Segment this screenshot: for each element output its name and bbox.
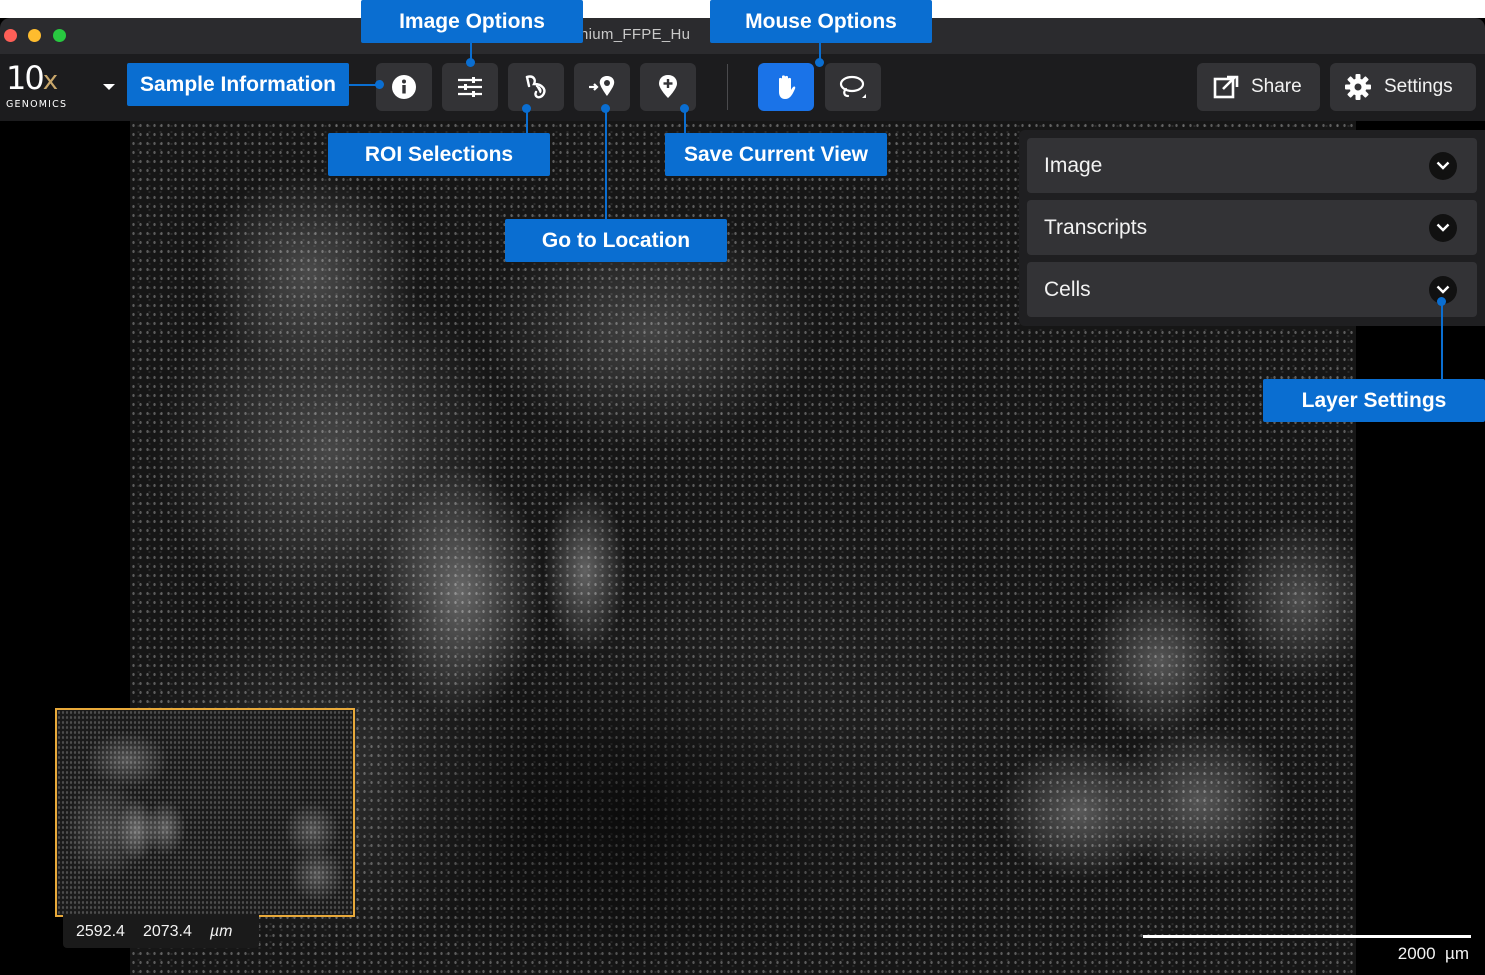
image-options-button[interactable]: [442, 63, 498, 111]
layer-label-transcripts: Transcripts: [1044, 215, 1148, 239]
callout-dot: [601, 104, 610, 113]
chevron-down-icon[interactable]: [1429, 151, 1457, 180]
callout-dot: [815, 58, 824, 67]
settings-button[interactable]: Settings: [1330, 63, 1476, 111]
coordinate-x: 2592.4: [76, 922, 125, 940]
chevron-down-icon[interactable]: [1429, 213, 1457, 242]
logo-x-text: x: [42, 66, 58, 96]
share-label: Share: [1251, 76, 1302, 97]
overview-minimap[interactable]: [55, 708, 355, 917]
roi-selections-button[interactable]: [508, 63, 564, 111]
pan-mode-button[interactable]: [758, 63, 814, 111]
10x-genomics-logo: 10x GENOMICS: [6, 62, 86, 112]
zoom-window-button[interactable]: [53, 29, 66, 42]
close-window-button[interactable]: [4, 29, 17, 42]
coordinate-readout: 2592.4 2073.4 µm: [63, 915, 259, 948]
callout-dot: [375, 80, 384, 89]
hand-icon: [779, 75, 796, 99]
sample-dropdown-icon[interactable]: [103, 84, 115, 90]
sample-information-button[interactable]: [376, 63, 432, 111]
lasso-selection-icon: [525, 75, 546, 99]
callout-layer-settings: Layer Settings: [1263, 379, 1485, 422]
external-share-icon: [1213, 75, 1239, 99]
callout-line: [684, 111, 686, 133]
layer-row-image[interactable]: Image: [1027, 138, 1477, 193]
sliders-icon: [458, 77, 482, 97]
lasso-icon: [839, 75, 866, 98]
layer-row-transcripts[interactable]: Transcripts: [1027, 200, 1477, 255]
logo-subtitle: GENOMICS: [6, 99, 68, 110]
callout-go-to-location: Go to Location: [505, 219, 727, 262]
coordinate-unit: µm: [209, 922, 233, 940]
toolbar-divider: [727, 64, 728, 110]
save-current-view-button[interactable]: [640, 63, 696, 111]
callout-save-current-view: Save Current View: [665, 133, 887, 176]
callout-dot: [522, 104, 531, 113]
logo-main-text: 10: [6, 59, 45, 97]
coordinate-y: 2073.4: [142, 922, 192, 940]
callout-dot: [1437, 297, 1446, 306]
callout-roi-selections: ROI Selections: [328, 133, 550, 176]
lasso-mode-button[interactable]: [825, 63, 881, 111]
scale-bar: [1143, 935, 1471, 938]
minimize-window-button[interactable]: [28, 29, 41, 42]
callout-sample-information: Sample Information: [127, 63, 349, 106]
callout-dot: [680, 104, 689, 113]
settings-label: Settings: [1384, 76, 1453, 97]
layer-row-cells[interactable]: Cells: [1027, 262, 1477, 317]
info-icon: [392, 75, 416, 99]
callout-dot: [466, 58, 475, 67]
layer-label-image: Image: [1044, 153, 1103, 177]
callout-line: [605, 111, 607, 219]
callout-image-options: Image Options: [361, 0, 583, 43]
location-arrow-icon: [589, 76, 615, 96]
add-pin-icon: [659, 75, 677, 98]
callout-line: [526, 111, 528, 133]
layer-label-cells: Cells: [1044, 277, 1091, 301]
scale-bar-label: 2000 µm: [1397, 944, 1469, 963]
share-button[interactable]: Share: [1197, 63, 1320, 111]
layer-settings-panel: Image Transcripts Cells: [1019, 130, 1485, 326]
callout-line: [1441, 303, 1443, 379]
callout-mouse-options: Mouse Options: [710, 0, 932, 43]
gear-icon: [1345, 74, 1371, 100]
window-title: nium_FFPE_Hu: [580, 26, 691, 43]
